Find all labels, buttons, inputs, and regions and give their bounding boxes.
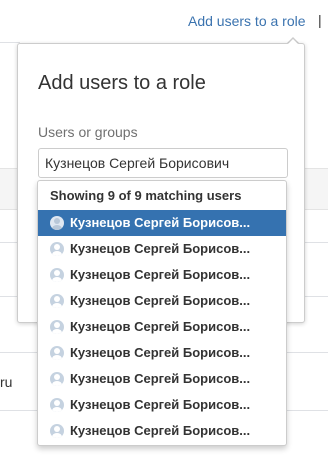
popup-arrow-inner [287,39,299,45]
user-suggestion-label: Кузнецов Сергей Борисов... [70,345,251,360]
user-suggestion-item[interactable]: Кузнецов Сергей Борисов... [38,418,286,444]
user-suggestion-label: Кузнецов Сергей Борисов... [70,423,251,438]
suggestions-list: Кузнецов Сергей Борисов... Кузнецов Серге… [38,210,286,444]
suggestions-header: Showing 9 of 9 matching users [50,188,242,203]
user-avatar-icon [50,424,64,438]
user-suggestion-item[interactable]: Кузнецов Сергей Борисов... [38,288,286,314]
user-suggestion-item[interactable]: Кузнецов Сергей Борисов... [38,236,286,262]
user-suggestion-label: Кузнецов Сергей Борисов... [70,267,251,282]
user-suggestions-dropdown: Showing 9 of 9 matching users Кузнецов С… [37,180,287,446]
user-suggestion-label: Кузнецов Сергей Борисов... [70,319,251,334]
user-avatar-icon [50,242,64,256]
users-or-groups-label: Users or groups [38,124,138,140]
user-suggestion-item[interactable]: Кузнецов Сергей Борисов... [38,340,286,366]
user-suggestion-label: Кузнецов Сергей Борисов... [70,215,251,230]
user-suggestion-item[interactable]: Кузнецов Сергей Борисов... [38,392,286,418]
user-suggestion-label: Кузнецов Сергей Борисов... [70,241,251,256]
user-avatar-icon [50,346,64,360]
background-cell-text: ru [0,374,13,390]
user-suggestion-item[interactable]: Кузнецов Сергей Борисов... [38,210,286,236]
user-suggestion-label: Кузнецов Сергей Борисов... [70,397,251,412]
add-users-to-role-link[interactable]: Add users to a role [188,13,306,29]
user-suggestion-item[interactable]: Кузнецов Сергей Борисов... [38,262,286,288]
user-suggestion-label: Кузнецов Сергей Борисов... [70,371,251,386]
user-avatar-icon [50,216,64,230]
users-search-input[interactable] [38,148,288,178]
dialog-title: Add users to a role [38,72,206,94]
user-avatar-icon [50,372,64,386]
user-avatar-icon [50,294,64,308]
user-avatar-icon [50,398,64,412]
user-suggestion-item[interactable]: Кузнецов Сергей Борисов... [38,314,286,340]
user-suggestion-item[interactable]: Кузнецов Сергей Борисов... [38,366,286,392]
user-avatar-icon [50,320,64,334]
user-avatar-icon [50,268,64,282]
user-suggestion-label: Кузнецов Сергей Борисов... [70,293,251,308]
header-separator: | [318,12,322,28]
